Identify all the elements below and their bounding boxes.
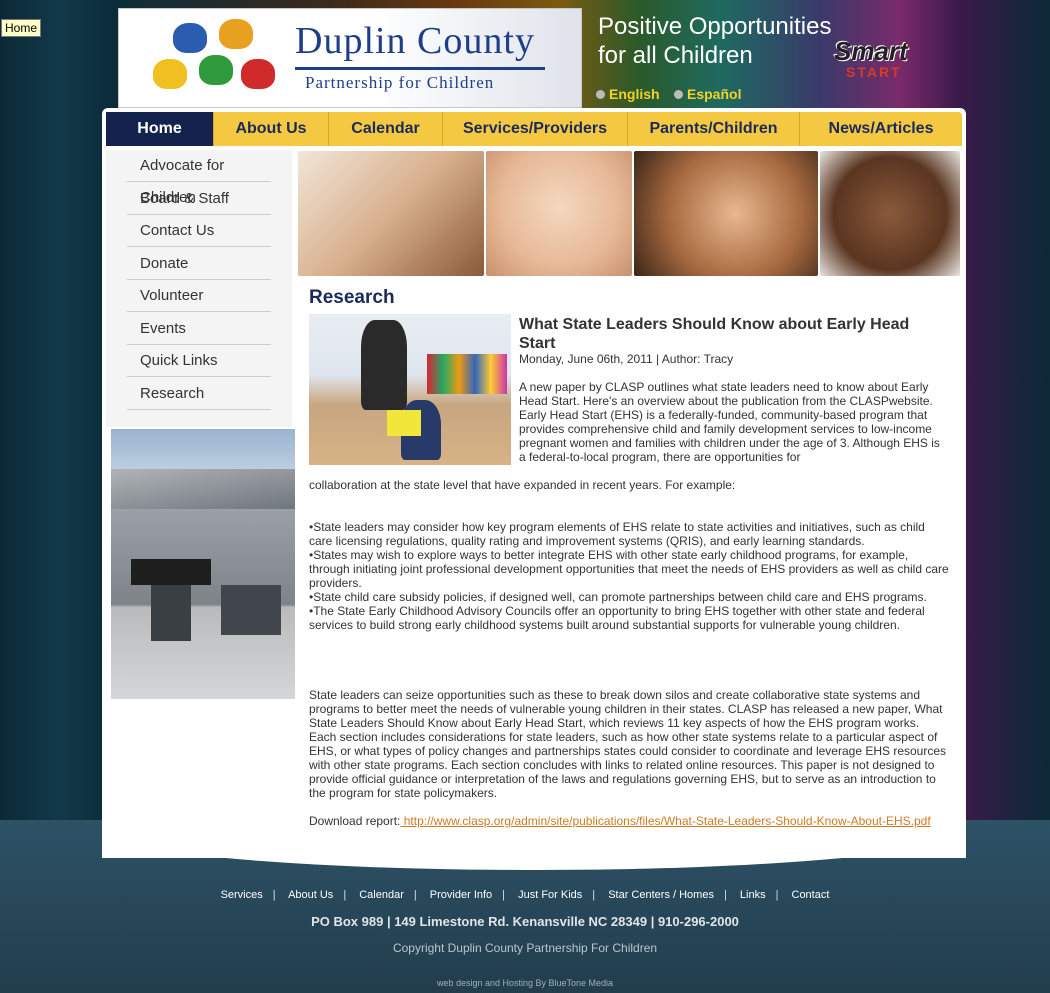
footer-link-star-centers[interactable]: Star Centers / Homes [608, 889, 714, 901]
site-logo[interactable]: Duplin County Partnership for Children [118, 8, 582, 108]
article-intro: A new paper by CLASP outlines what state… [519, 380, 940, 464]
building-awning [131, 559, 211, 585]
download-link[interactable]: http://www.clasp.org/admin/site/publicat… [400, 814, 931, 828]
article-paragraph: State leaders can seize opportunities su… [309, 688, 947, 800]
banner-photo-1 [298, 151, 484, 276]
nav-calendar[interactable]: Calendar [329, 112, 443, 146]
bullet-item: •State leaders may consider how key prog… [309, 520, 925, 548]
tooltip: Home [1, 19, 42, 37]
footer-link-services[interactable]: Services [221, 889, 263, 901]
smart-start-bottom: START [846, 64, 902, 80]
bullet-item: •The State Early Childhood Advisory Coun… [309, 604, 925, 632]
nav-about-us[interactable]: About Us [214, 112, 329, 146]
radio-icon [596, 90, 605, 99]
separator: | [502, 889, 506, 901]
separator: | [413, 889, 417, 901]
separator: | [592, 889, 596, 901]
footer-link-links[interactable]: Links [740, 889, 766, 901]
article-intro-continued: collaboration at the state level that ha… [309, 478, 736, 492]
children-banner [298, 151, 960, 276]
slogan-line-2: for all Children [598, 42, 753, 69]
lang-spanish-label: Español [687, 86, 742, 102]
article-title[interactable]: What State Leaders Should Know about Ear… [519, 315, 949, 353]
download-label: Download report: [309, 814, 401, 828]
download-report: Download report: http://www.clasp.org/ad… [309, 814, 949, 828]
logo-subtitle: Partnership for Children [305, 73, 495, 92]
nav-home[interactable]: Home [106, 112, 214, 146]
bullet-item: •State child care subsidy policies, if d… [309, 590, 927, 604]
building-roof [111, 469, 295, 509]
main-nav: Home About Us Calendar Services/Provider… [106, 112, 962, 146]
sidebar-item-research[interactable]: Research [127, 378, 271, 410]
slogan: Positive Opportunities for all Children [598, 12, 831, 70]
section-title: Research [309, 287, 395, 308]
footer-nav: Services | About Us | Calendar | Provider I… [0, 889, 1050, 901]
bullet-item: •States may wish to explore ways to bett… [309, 548, 949, 590]
hands-logo-icon [153, 19, 283, 103]
logo-title: Duplin County [295, 20, 535, 62]
separator: | [775, 889, 779, 901]
article-photo [309, 314, 511, 465]
footer-link-calendar[interactable]: Calendar [359, 889, 404, 901]
radio-icon [674, 90, 683, 99]
footer-link-just-for-kids[interactable]: Just For Kids [518, 889, 582, 901]
building-photo [111, 429, 295, 699]
sidebar-item-events[interactable]: Events [127, 313, 271, 345]
sidebar-item-volunteer[interactable]: Volunteer [127, 280, 271, 312]
separator: | [272, 889, 276, 901]
lang-english-label: English [609, 86, 660, 102]
sidebar-item-contact-us[interactable]: Contact Us [127, 215, 271, 247]
photo-book [387, 410, 421, 436]
article-meta: Monday, June 06th, 2011 | Author: Tracy [519, 352, 734, 366]
smart-start-top: Smart [834, 36, 908, 66]
sidebar-item-advocate[interactable]: Advocate for Children [127, 150, 271, 206]
footer-link-provider-info[interactable]: Provider Info [430, 889, 492, 901]
separator: | [723, 889, 727, 901]
slogan-line-1: Positive Opportunities [598, 13, 832, 40]
banner-photo-2 [486, 151, 632, 276]
footer-copyright: Copyright Duplin County Partnership For … [392, 941, 658, 955]
lang-spanish[interactable]: Español [674, 86, 741, 102]
photo-bookshelf [427, 354, 507, 394]
lang-english[interactable]: English [596, 86, 660, 102]
building-window [221, 585, 281, 635]
building-door [151, 585, 191, 641]
sidebar-item-board-staff[interactable]: Board & Staff [127, 183, 271, 215]
sidebar-item-donate[interactable]: Donate [127, 248, 271, 280]
logo-underline [295, 67, 545, 70]
nav-news-articles[interactable]: News/Articles [800, 112, 962, 146]
footer-credit[interactable]: web design and Hosting By BlueTone Media [0, 978, 1050, 988]
smart-start-logo[interactable]: Smart START [830, 36, 940, 84]
banner-photo-4 [820, 151, 960, 276]
separator: | [343, 889, 347, 901]
footer-link-about-us[interactable]: About Us [288, 889, 333, 901]
nav-parents-children[interactable]: Parents/Children [628, 112, 800, 146]
nav-services-providers[interactable]: Services/Providers [443, 112, 628, 146]
footer-link-contact[interactable]: Contact [792, 889, 830, 901]
photo-child-1 [361, 320, 407, 410]
content-panel-bottom [102, 830, 966, 870]
sidebar: Advocate for Children Board & Staff Cont… [106, 150, 292, 427]
sidebar-item-quick-links[interactable]: Quick Links [127, 345, 271, 377]
article-bullets: •State leaders may consider how key prog… [309, 520, 949, 632]
footer-address: PO Box 989 | 149 Limestone Rd. Kenansvil… [311, 914, 739, 929]
banner-photo-3 [634, 151, 818, 276]
